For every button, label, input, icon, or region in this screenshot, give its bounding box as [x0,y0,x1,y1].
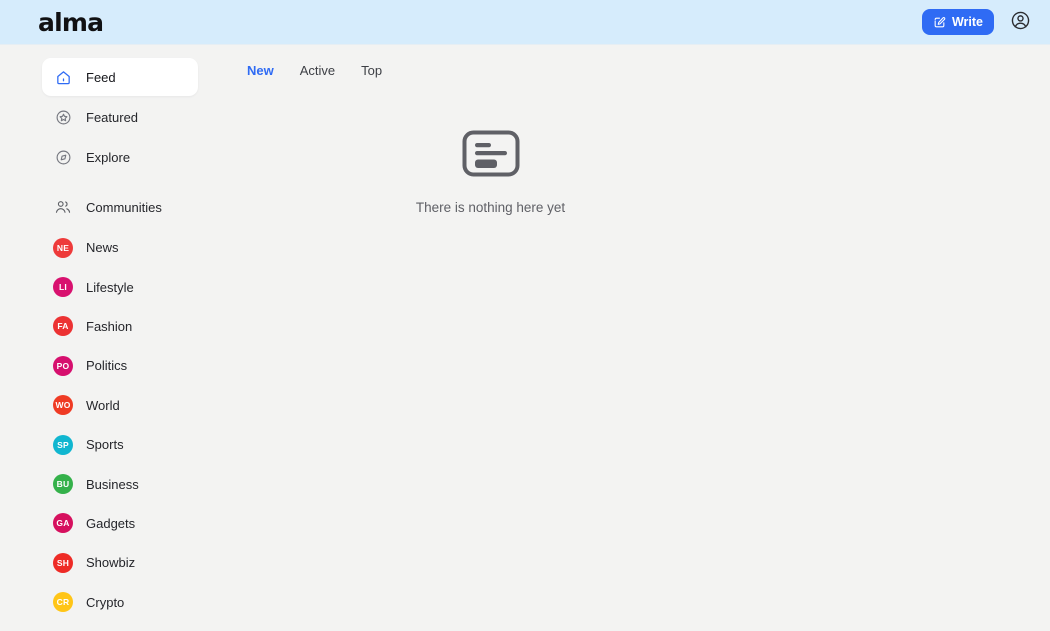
tab-active[interactable]: Active [298,61,337,80]
page-body: Feed Featured Explore Communities NE New… [0,45,1050,631]
home-icon [54,68,72,86]
article-card-icon [462,130,520,182]
header-actions: Write [921,9,1032,35]
topic-avatar: LI [53,277,73,298]
topic-avatar: PO [53,355,73,376]
sidebar-item-feed[interactable]: Feed [42,58,198,96]
sidebar-topic-fashion[interactable]: FA Fashion [42,307,198,346]
sidebar-item-label: Communities [86,199,162,215]
sidebar-item-featured[interactable]: Featured [42,98,198,136]
sidebar-topic-label: Politics [86,358,128,374]
sidebar-item-label: Explore [86,149,131,165]
sidebar-topic-showbiz[interactable]: SH Showbiz [42,543,198,582]
sidebar-topic-sports[interactable]: SP Sports [42,425,198,464]
sidebar-topic-politics[interactable]: PO Politics [42,346,198,385]
sidebar-topic-label: News [86,240,119,256]
empty-state-text: There is nothing here yet [415,200,566,215]
sidebar-topic-label: Lifestyle [86,279,134,295]
users-icon [54,198,72,216]
tab-top[interactable]: Top [359,61,384,80]
sidebar-item-label: Feed [86,69,116,85]
feed-tabs: New Active Top [232,61,1050,80]
topic-avatar: NE [53,237,73,258]
sidebar-topic-business[interactable]: BU Business [42,464,198,503]
sidebar-topic-label: Crypto [86,594,125,610]
sidebar-topic-label: World [86,397,120,413]
topic-avatar: GA [53,513,73,534]
edit-square-icon [933,16,946,29]
sidebar-topic-label: Showbiz [86,555,136,571]
sidebar-topic-news[interactable]: NE News [42,228,198,267]
tab-new[interactable]: New [245,61,276,80]
sidebar-topic-label: Gadgets [86,515,136,531]
sidebar-item-explore[interactable]: Explore [42,138,198,176]
sidebar-item-communities[interactable]: Communities [42,188,198,226]
user-circle-icon [1010,10,1031,34]
sidebar-item-label: Featured [86,109,139,125]
sidebar-topic-crypto[interactable]: CR Crypto [42,583,198,622]
sidebar-topic-gadgets[interactable]: GA Gadgets [42,504,198,543]
topic-avatar: SP [53,434,73,455]
topic-avatar: BU [53,474,73,495]
main-content: New Active Top There is nothing here yet [232,45,1050,631]
compass-icon [54,148,72,166]
sidebar-topic-label: Fashion [86,318,133,334]
empty-state: There is nothing here yet [232,130,749,215]
sidebar-topic-world[interactable]: WO World [42,386,198,425]
account-button[interactable] [1008,10,1032,34]
star-circle-icon [54,108,72,126]
sidebar-topic-label: Sports [86,437,124,453]
sidebar-divider-gap [0,178,232,188]
sidebar-topic-label: Business [86,476,139,492]
topic-avatar: WO [53,395,73,416]
sidebar-topic-lifestyle[interactable]: LI Lifestyle [42,267,198,306]
topic-avatar: FA [53,316,73,337]
topic-avatar: SH [53,552,73,573]
app-logo: alma [38,7,104,37]
write-button-label: Write [951,15,983,29]
sidebar: Feed Featured Explore Communities NE New… [0,45,232,631]
topic-avatar: CR [53,592,73,613]
app-header: alma Write [0,0,1050,45]
write-button[interactable]: Write [921,9,994,35]
